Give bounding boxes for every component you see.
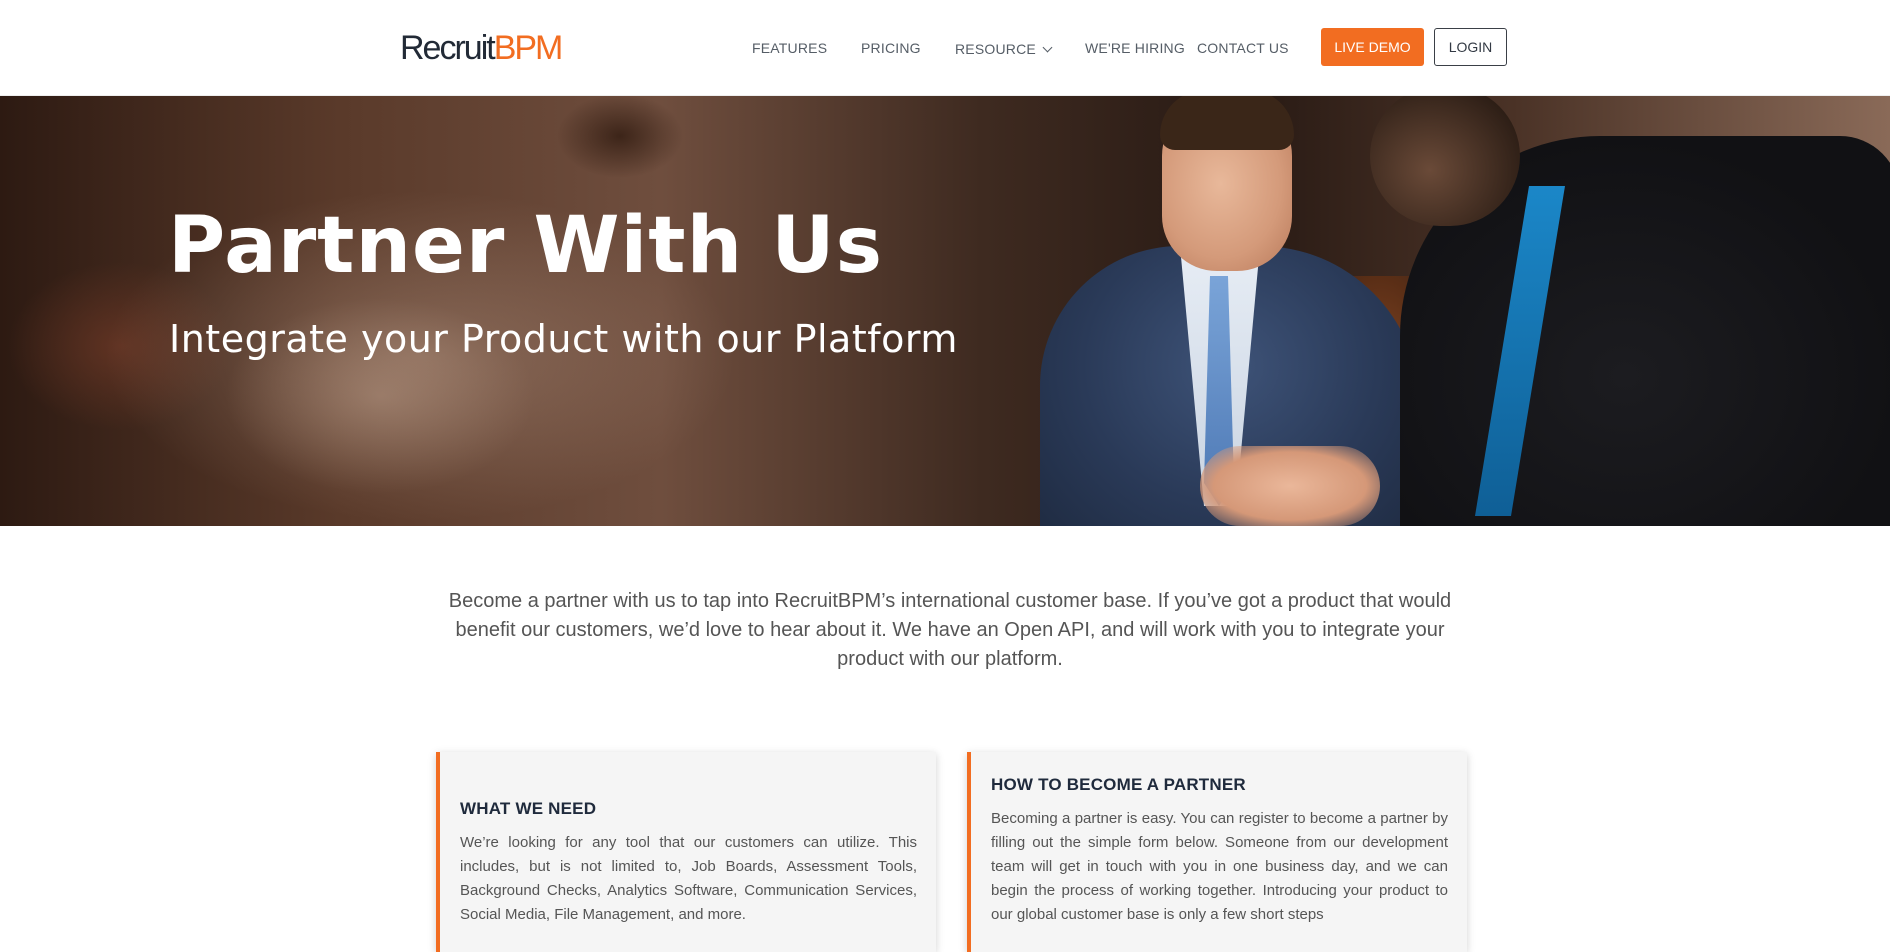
nav-resource[interactable]: RESOURCE <box>955 41 1053 57</box>
logo-text-recruit: Recruit <box>400 29 496 67</box>
hero-subtitle: Integrate your Product with our Platform <box>169 317 958 361</box>
nav-resource-label: RESOURCE <box>955 41 1036 57</box>
hero-image-hair <box>1160 96 1294 150</box>
nav-contact-us[interactable]: CONTACT US <box>1197 40 1289 56</box>
hero-banner <box>0 96 1890 526</box>
site-header: RecruitBPM FEATURES PRICING RESOURCE WE'… <box>0 0 1890 96</box>
nav-were-hiring[interactable]: WE'RE HIRING <box>1085 40 1185 56</box>
card-body: We’re looking for any tool that our cust… <box>460 834 917 923</box>
hero-background-glow <box>0 96 900 526</box>
recruitbpm-logo[interactable]: RecruitBPM <box>400 28 564 68</box>
chevron-down-icon <box>1042 42 1053 53</box>
hero-image-handshake <box>1200 446 1380 526</box>
hero-title: Partner With Us <box>168 201 884 291</box>
login-button[interactable]: LOGIN <box>1434 28 1507 66</box>
card-title: HOW TO BECOME A PARTNER <box>991 775 1246 794</box>
logo-text-bpm: BPM <box>493 29 564 67</box>
live-demo-button[interactable]: LIVE DEMO <box>1321 28 1424 66</box>
nav-features[interactable]: FEATURES <box>752 40 827 56</box>
how-to-become-partner-card: HOW TO BECOME A PARTNER Becoming a partn… <box>967 752 1467 952</box>
hero-image-partner-head <box>1370 96 1520 226</box>
card-title: WHAT WE NEED <box>460 799 597 818</box>
what-we-need-card: WHAT WE NEED We’re looking for any tool … <box>436 752 936 952</box>
card-body: Becoming a partner is easy. You can regi… <box>991 810 1448 923</box>
nav-pricing[interactable]: PRICING <box>861 40 921 56</box>
intro-paragraph: Become a partner with us to tap into Rec… <box>448 590 1452 670</box>
